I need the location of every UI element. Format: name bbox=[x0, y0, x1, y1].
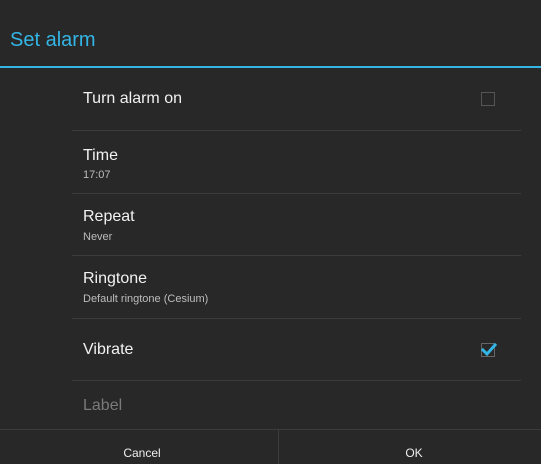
turn-alarm-on-row[interactable]: Turn alarm on bbox=[0, 68, 541, 130]
label-row[interactable]: Label bbox=[0, 381, 541, 429]
button-bar: Cancel OK bbox=[0, 429, 541, 464]
checkmark-icon bbox=[480, 342, 498, 357]
repeat-row[interactable]: Repeat Never bbox=[0, 194, 541, 255]
repeat-value: Never bbox=[83, 231, 113, 243]
set-alarm-dialog: Set alarm Turn alarm on Time 17:07 Repea… bbox=[0, 0, 541, 464]
cancel-button[interactable]: Cancel bbox=[7, 430, 277, 464]
time-row[interactable]: Time 17:07 bbox=[0, 131, 541, 193]
time-value: 17:07 bbox=[83, 169, 111, 181]
time-label: Time bbox=[83, 147, 118, 164]
dialog-title-bar: Set alarm bbox=[0, 0, 541, 66]
vibrate-checkbox[interactable] bbox=[480, 342, 498, 357]
turn-alarm-on-label: Turn alarm on bbox=[83, 90, 182, 107]
ok-button[interactable]: OK bbox=[279, 430, 541, 464]
label-label: Label bbox=[83, 397, 123, 414]
ringtone-label: Ringtone bbox=[83, 270, 148, 287]
ringtone-row[interactable]: Ringtone Default ringtone (Cesium) bbox=[0, 256, 541, 318]
repeat-label: Repeat bbox=[83, 208, 135, 225]
ringtone-value: Default ringtone (Cesium) bbox=[83, 293, 209, 305]
vibrate-label: Vibrate bbox=[83, 341, 134, 358]
turn-alarm-on-checkbox[interactable] bbox=[481, 92, 495, 106]
vibrate-row[interactable]: Vibrate bbox=[0, 319, 541, 380]
dialog-title: Set alarm bbox=[10, 29, 96, 51]
